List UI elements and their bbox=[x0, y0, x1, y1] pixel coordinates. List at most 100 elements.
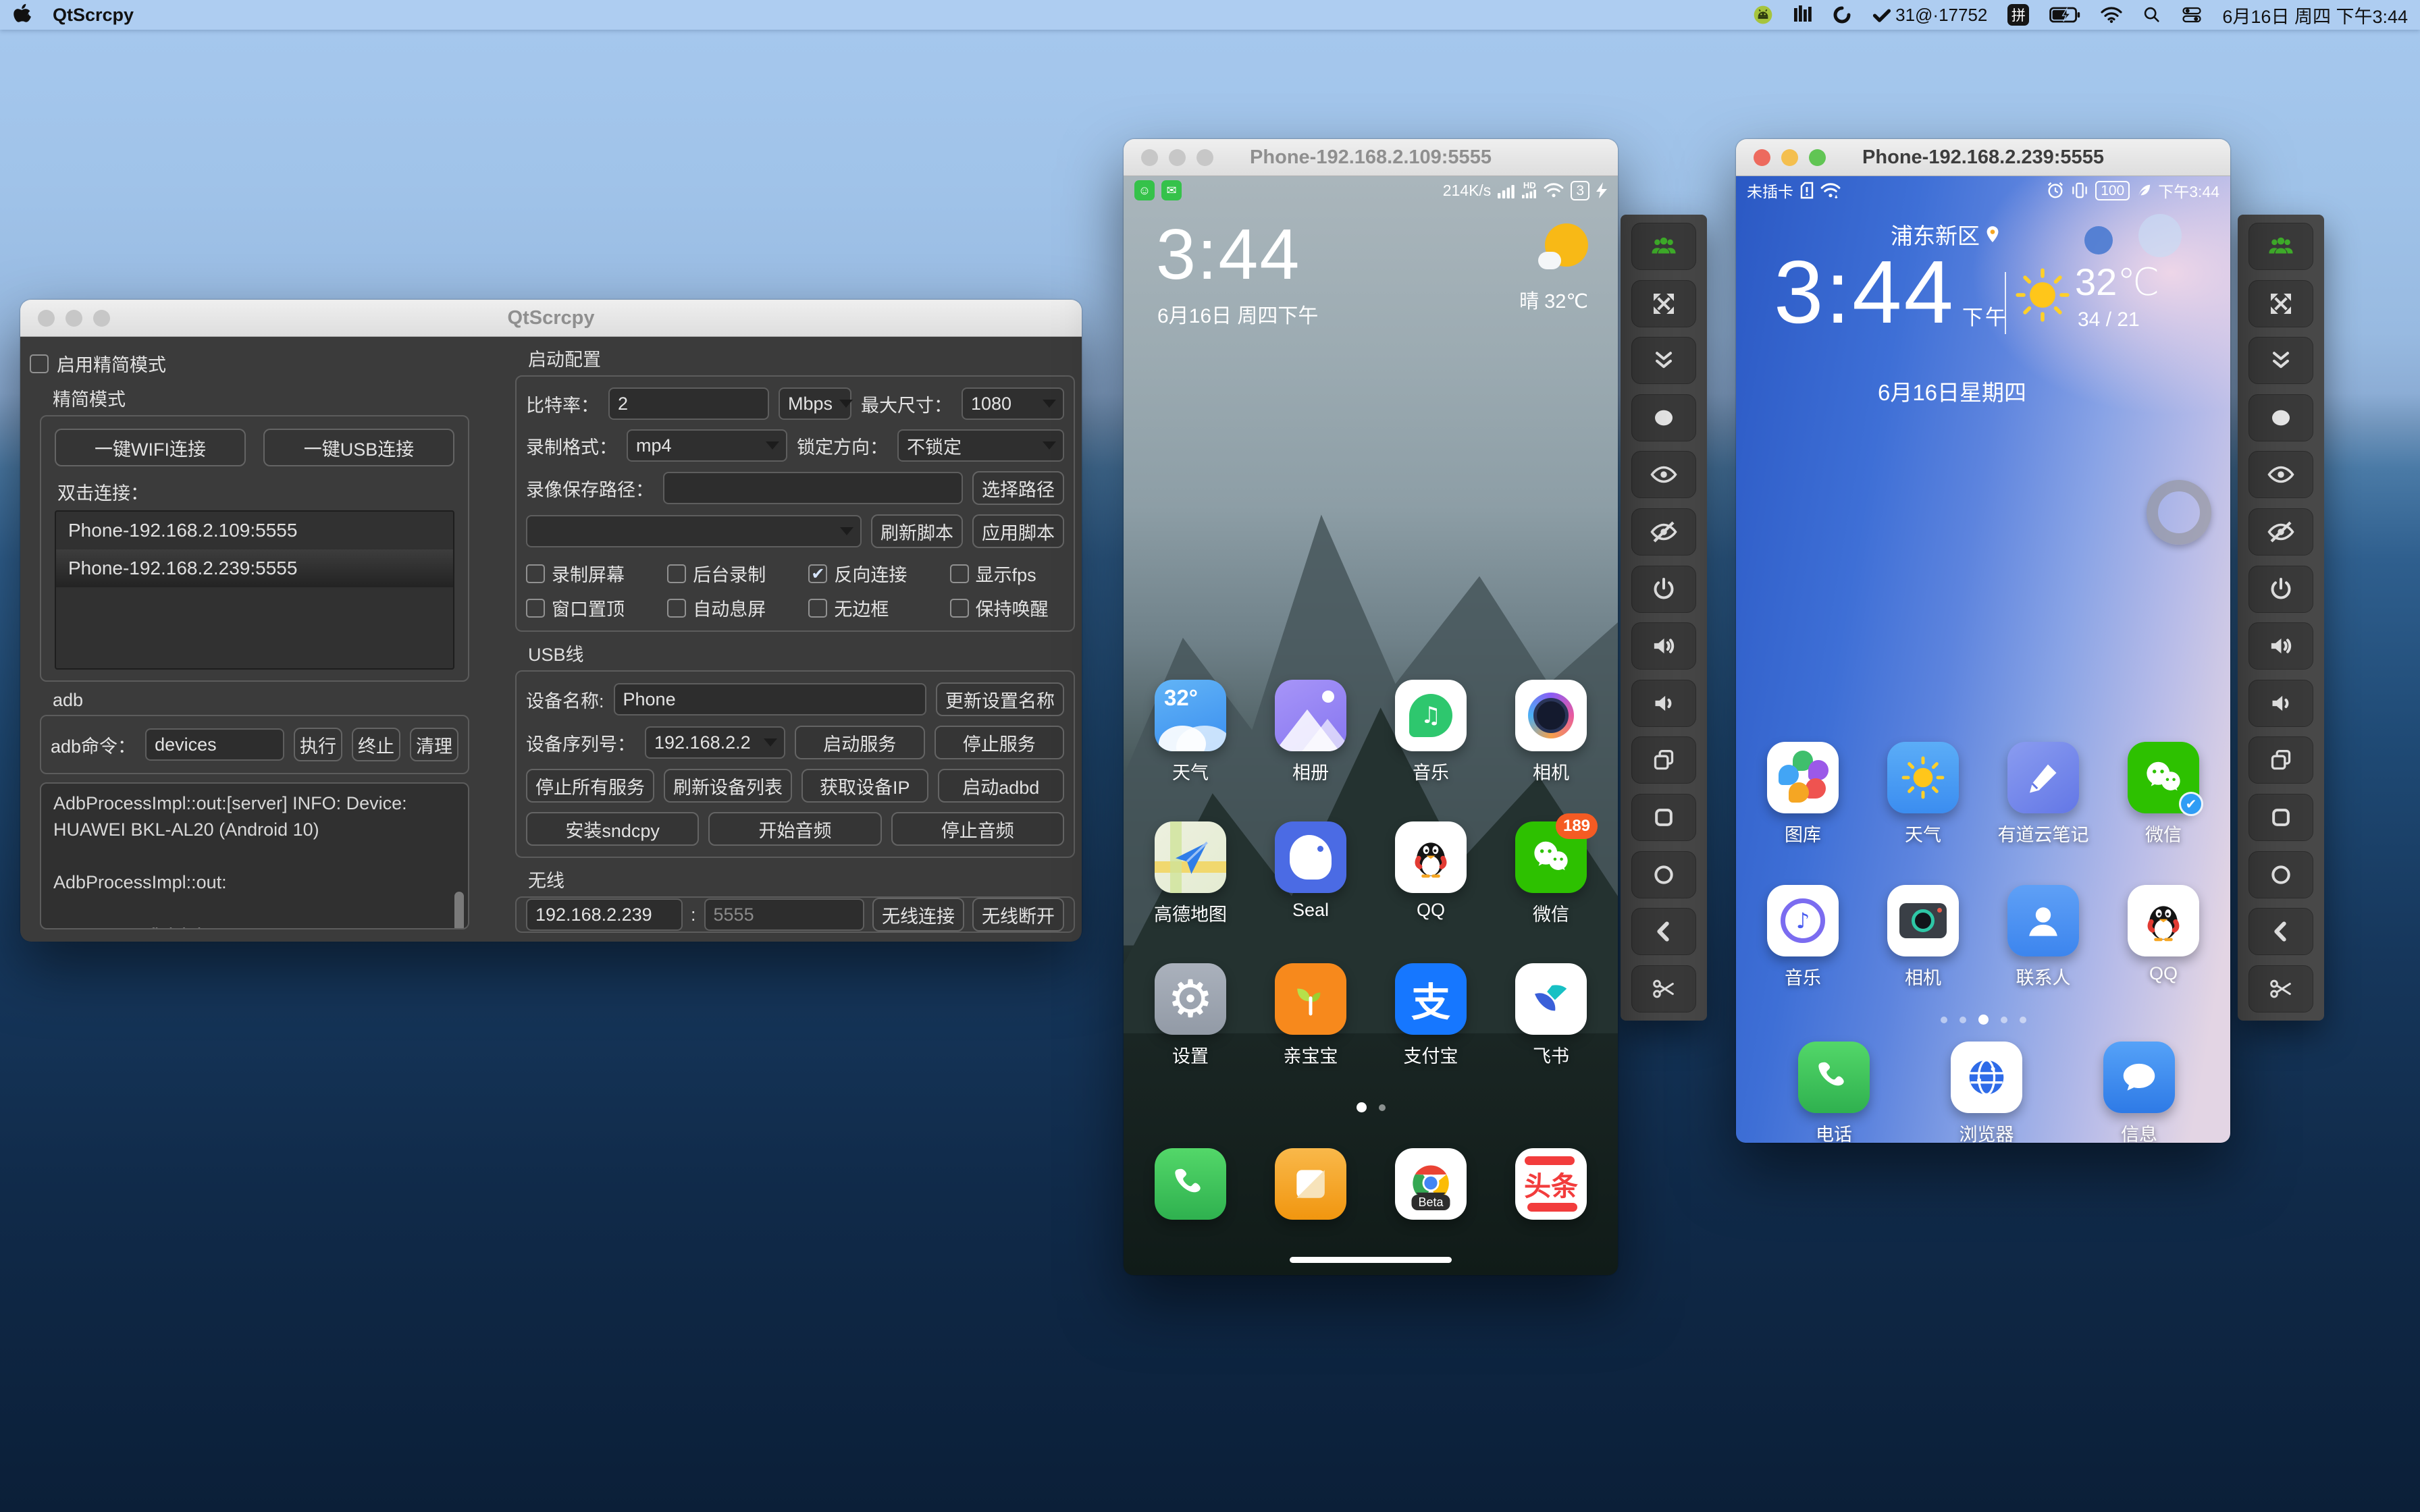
group-button[interactable] bbox=[2248, 223, 2313, 270]
camera-honor-app-icon[interactable] bbox=[1887, 885, 1959, 956]
qinbaobao-app-icon[interactable] bbox=[1275, 963, 1346, 1035]
weather-widget[interactable]: 晴 32℃ bbox=[1519, 223, 1588, 314]
feishu-app-icon[interactable] bbox=[1515, 963, 1587, 1035]
checkbox-unchecked[interactable] bbox=[808, 599, 827, 618]
alipay-app-icon[interactable]: 支 bbox=[1395, 963, 1467, 1035]
checkbox-unchecked[interactable] bbox=[526, 564, 545, 583]
android-status-icon[interactable] bbox=[1752, 4, 1774, 26]
app-phone-green[interactable] bbox=[1137, 1148, 1244, 1220]
istat-bars-icon[interactable] bbox=[1794, 5, 1812, 24]
close-button[interactable] bbox=[1754, 149, 1770, 166]
menu-app-name[interactable]: QtScrcpy bbox=[53, 5, 134, 26]
get-ip-button[interactable]: 获取设备IP bbox=[801, 769, 928, 803]
phone-green-app-icon[interactable] bbox=[1798, 1042, 1870, 1113]
wechat-app-icon[interactable]: ✔ bbox=[2128, 742, 2199, 813]
config-checkbox[interactable]: 保持唤醒 bbox=[950, 595, 1064, 621]
screen-off-button[interactable] bbox=[2248, 508, 2313, 556]
search-icon[interactable] bbox=[2142, 5, 2161, 24]
messages-orange-app-icon[interactable] bbox=[1275, 1148, 1346, 1220]
app-browser-honor[interactable]: 浏览器 bbox=[1933, 1042, 2040, 1143]
home-indicator[interactable] bbox=[1290, 1257, 1452, 1263]
zoom-button[interactable] bbox=[93, 310, 110, 327]
messages-blue-app-icon[interactable] bbox=[2103, 1042, 2175, 1113]
control-center-icon[interactable] bbox=[2182, 5, 2202, 25]
record-button[interactable] bbox=[2248, 394, 2313, 441]
bitrate-input[interactable] bbox=[608, 387, 769, 420]
expand-button[interactable] bbox=[1631, 337, 1696, 384]
app-chrome-beta[interactable]: Beta bbox=[1377, 1148, 1484, 1220]
checkbox-unchecked[interactable] bbox=[950, 599, 969, 618]
screen-off-button[interactable] bbox=[1631, 508, 1696, 556]
clean-button[interactable]: 清理 bbox=[410, 728, 458, 761]
contacts-app-icon[interactable] bbox=[2007, 885, 2079, 956]
home-button[interactable] bbox=[2248, 794, 2313, 841]
app-settings-mi[interactable]: ⚙设置 bbox=[1137, 963, 1244, 1068]
assistive-ball[interactable] bbox=[2147, 480, 2211, 545]
phone1-titlebar[interactable]: Phone-192.168.2.109:5555 bbox=[1124, 139, 1618, 176]
back-button[interactable] bbox=[1631, 908, 1696, 955]
checkbox-unchecked[interactable] bbox=[526, 599, 545, 618]
config-checkbox[interactable]: ✔反向连接 bbox=[808, 560, 949, 587]
app-seal[interactable]: Seal bbox=[1257, 821, 1364, 926]
home-button[interactable] bbox=[1631, 794, 1696, 841]
app-alipay[interactable]: 支支付宝 bbox=[1377, 963, 1484, 1068]
arc-app-icon[interactable] bbox=[1832, 5, 1852, 25]
app-switch-button[interactable] bbox=[2248, 736, 2313, 784]
app-wechat[interactable]: ✔微信 bbox=[2110, 742, 2217, 846]
back-button[interactable] bbox=[2248, 908, 2313, 955]
window-titlebar[interactable]: QtScrcpy bbox=[20, 300, 1082, 337]
app-feishu[interactable]: 飞书 bbox=[1498, 963, 1604, 1068]
app-qinbaobao[interactable]: 亲宝宝 bbox=[1257, 963, 1364, 1068]
app-qq[interactable]: QQ bbox=[2110, 885, 2217, 990]
screen-on-button[interactable] bbox=[2248, 451, 2313, 498]
qq-app-icon[interactable] bbox=[1395, 821, 1467, 893]
traffic-lights[interactable] bbox=[1754, 149, 1826, 166]
app-music-mi[interactable]: ♫音乐 bbox=[1377, 680, 1484, 784]
app-camera-mi[interactable]: 相机 bbox=[1498, 680, 1604, 784]
terminate-button[interactable]: 终止 bbox=[352, 728, 400, 761]
checkbox-checked[interactable]: ✔ bbox=[808, 564, 827, 583]
wechat-app-icon[interactable]: 189 bbox=[1515, 821, 1587, 893]
zoom-button[interactable] bbox=[1809, 149, 1826, 166]
script-select[interactable] bbox=[526, 515, 862, 547]
input-method-badge[interactable]: 拼 bbox=[2007, 4, 2029, 26]
config-checkbox[interactable]: 显示fps bbox=[950, 560, 1064, 587]
weather-honor-app-icon[interactable] bbox=[1887, 742, 1959, 813]
fullscreen-button[interactable] bbox=[1631, 280, 1696, 327]
start-audio-button[interactable]: 开始音频 bbox=[708, 812, 881, 846]
browser-honor-app-icon[interactable] bbox=[1951, 1042, 2022, 1113]
app-amap[interactable]: 高德地图 bbox=[1137, 821, 1244, 926]
zoom-button[interactable] bbox=[1196, 149, 1213, 166]
checkbox-unchecked[interactable] bbox=[667, 564, 686, 583]
device-list[interactable]: Phone-192.168.2.109:5555Phone-192.168.2.… bbox=[55, 510, 454, 670]
app-gallery-mi[interactable]: 相册 bbox=[1257, 680, 1364, 784]
app-qq[interactable]: QQ bbox=[1377, 821, 1484, 926]
save-path-input[interactable] bbox=[663, 472, 963, 504]
record-format-select[interactable]: mp4 bbox=[627, 429, 787, 462]
app-youdao[interactable]: 有道云笔记 bbox=[1990, 742, 2097, 846]
choose-path-button[interactable]: 选择路径 bbox=[972, 471, 1064, 505]
bitrate-unit-select[interactable]: Mbps bbox=[779, 387, 851, 420]
max-size-select[interactable]: 1080 bbox=[962, 387, 1064, 420]
youdao-app-icon[interactable] bbox=[2007, 742, 2079, 813]
stop-audio-button[interactable]: 停止音频 bbox=[891, 812, 1064, 846]
stop-all-button[interactable]: 停止所有服务 bbox=[526, 769, 654, 803]
refresh-devices-button[interactable]: 刷新设备列表 bbox=[664, 769, 792, 803]
checkbox-unchecked[interactable] bbox=[667, 599, 686, 618]
install-sndcpy-button[interactable]: 安装sndcpy bbox=[526, 812, 699, 846]
wireless-connect-button[interactable]: 无线连接 bbox=[872, 898, 964, 932]
apple-menu-icon[interactable] bbox=[12, 3, 32, 26]
cut-button[interactable] bbox=[1631, 965, 1696, 1013]
traffic-lights[interactable] bbox=[1141, 149, 1213, 166]
wireless-port-input[interactable] bbox=[704, 898, 864, 931]
apply-script-button[interactable]: 应用脚本 bbox=[972, 514, 1064, 548]
update-name-button[interactable]: 更新设置名称 bbox=[936, 682, 1064, 716]
cut-button[interactable] bbox=[2248, 965, 2313, 1013]
app-contacts[interactable]: 联系人 bbox=[1990, 885, 2097, 990]
enable-simple-mode-checkbox[interactable]: 启用精简模式 bbox=[30, 350, 469, 377]
config-checkbox[interactable]: 窗口置顶 bbox=[526, 595, 667, 621]
traffic-lights[interactable] bbox=[38, 310, 110, 327]
stop-service-button[interactable]: 停止服务 bbox=[935, 726, 1065, 759]
app-music-honor[interactable]: ♪音乐 bbox=[1750, 885, 1856, 990]
app-weather-honor[interactable]: 天气 bbox=[1870, 742, 1976, 846]
